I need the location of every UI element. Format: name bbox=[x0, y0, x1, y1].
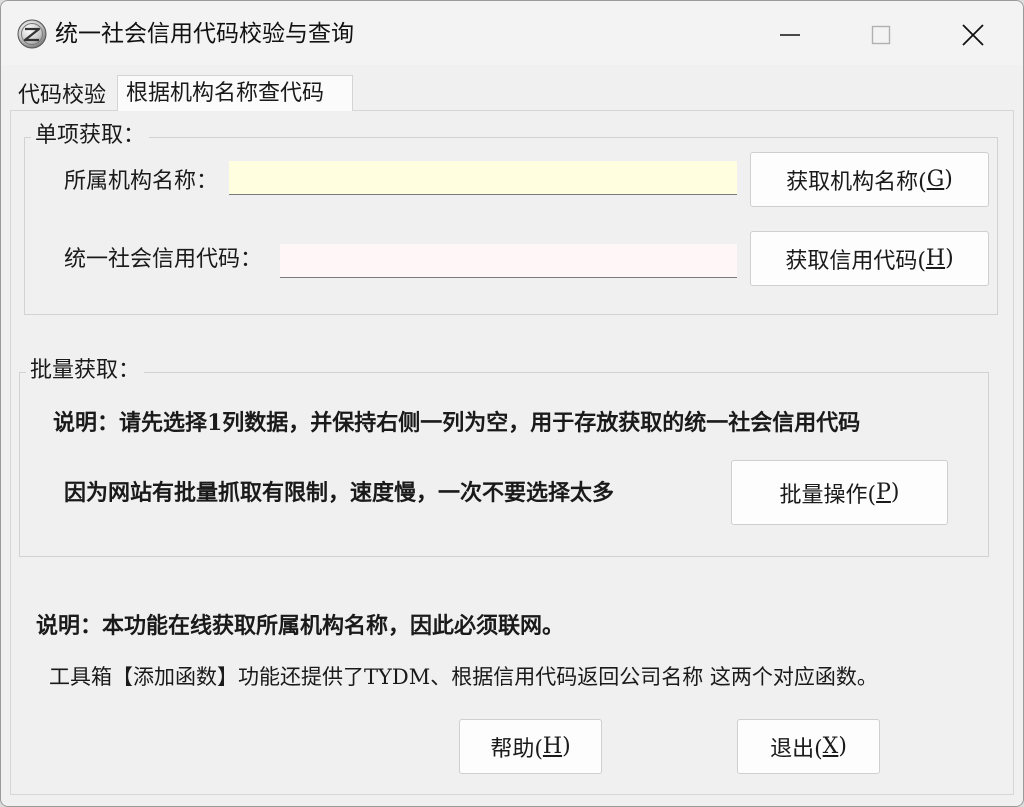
footer-note-1: 说明：本功能在线获取所属机构名称，因此必须联网。 bbox=[36, 613, 565, 639]
close-button[interactable] bbox=[951, 15, 995, 55]
get-org-name-close: ) bbox=[944, 167, 953, 192]
maximize-button[interactable] bbox=[859, 15, 903, 55]
footer-note-2: 工具箱【添加函数】功能还提供了TYDM、根据信用代码返回公司名称 这两个对应函数… bbox=[49, 665, 878, 689]
help-label: 帮助( bbox=[490, 736, 543, 762]
get-org-name-label: 获取机构名称( bbox=[786, 169, 927, 195]
title-bar[interactable]: 统一社会信用代码校验与查询 bbox=[1, 1, 1023, 65]
window-title: 统一社会信用代码校验与查询 bbox=[55, 21, 354, 47]
get-credit-code-button[interactable]: 获取信用代码(H) bbox=[750, 231, 989, 286]
get-credit-code-close: ) bbox=[945, 246, 954, 271]
credit-code-input[interactable] bbox=[280, 244, 737, 278]
get-org-name-hotkey: G bbox=[926, 167, 945, 192]
exit-button[interactable]: 退出(X) bbox=[737, 719, 880, 774]
get-credit-code-hotkey: H bbox=[925, 246, 946, 271]
maximize-icon bbox=[871, 25, 891, 45]
batch-operation-close: ) bbox=[890, 480, 900, 505]
batch-operation-hotkey: P bbox=[876, 480, 891, 505]
help-hotkey: H bbox=[542, 734, 563, 759]
credit-code-label: 统一社会信用代码： bbox=[64, 247, 263, 272]
get-org-name-button[interactable]: 获取机构名称(G) bbox=[750, 152, 989, 207]
exit-close: ) bbox=[838, 734, 847, 759]
tab-code-verify[interactable]: 代码校验 bbox=[9, 79, 117, 111]
single-lookup-legend: 单项获取： bbox=[31, 123, 150, 149]
minimize-icon bbox=[780, 34, 800, 36]
batch-note-2: 因为网站有批量抓取有限制，速度慢，一次不要选择太多 bbox=[64, 480, 615, 506]
org-name-label: 所属机构名称： bbox=[64, 169, 219, 194]
help-close: ) bbox=[562, 734, 571, 759]
minimize-button[interactable] bbox=[768, 15, 812, 55]
exit-label: 退出( bbox=[770, 736, 823, 762]
app-logo-icon bbox=[17, 19, 47, 49]
batch-note-1: 说明：请先选择1列数据，并保持右侧一列为空，用于存放获取的统一社会信用代码 bbox=[53, 410, 861, 436]
batch-operation-button[interactable]: 批量操作(P) bbox=[731, 460, 948, 525]
app-window: 统一社会信用代码校验与查询 代码校验 根据机构名称查代码 单项获取： 所属机构名… bbox=[0, 0, 1024, 807]
close-icon bbox=[962, 24, 984, 46]
batch-lookup-legend: 批量获取： bbox=[26, 358, 145, 384]
batch-operation-label: 批量操作( bbox=[779, 482, 877, 508]
exit-hotkey: X bbox=[822, 734, 839, 759]
help-button[interactable]: 帮助(H) bbox=[459, 719, 602, 774]
get-credit-code-label: 获取信用代码( bbox=[785, 248, 926, 274]
tab-name-lookup[interactable]: 根据机构名称查代码 bbox=[117, 75, 353, 111]
org-name-input[interactable] bbox=[229, 161, 737, 195]
